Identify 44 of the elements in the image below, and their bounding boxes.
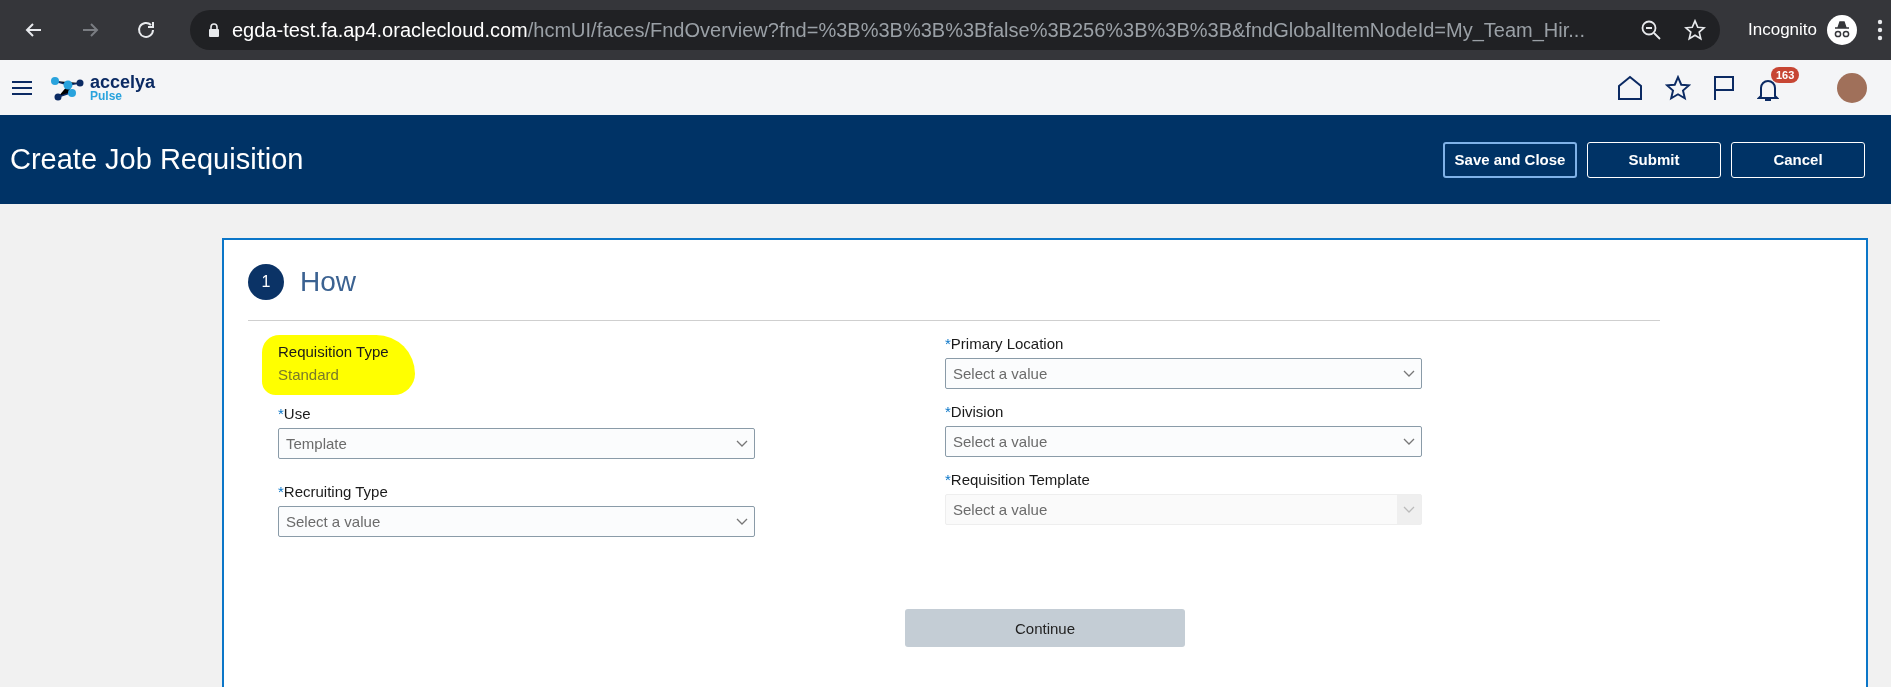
home-icon[interactable] — [1617, 74, 1643, 101]
field-value: Standard — [278, 366, 340, 383]
lock-icon — [208, 22, 220, 38]
field-label: Requisition Type — [278, 343, 389, 360]
star-icon[interactable] — [1665, 74, 1691, 101]
required-mark: * — [945, 471, 951, 488]
page-title: Create Job Requisition — [10, 143, 305, 176]
step-number: 1 — [248, 264, 284, 300]
select-field[interactable]: Select a value — [278, 506, 755, 537]
chevron-down-icon — [1403, 369, 1415, 378]
field-label: Use — [283, 405, 311, 422]
zoom-out-icon[interactable] — [1640, 19, 1662, 41]
address-bar[interactable]: egda-test.fa.ap4.oraclecloud.com/hcmUI/faces/FndOverview?fnd=%3B%3B%3B%3Bfalse%3B256%3B%3B%3B&fndGlobalItemNodeId=My_Team_Hir... — [190, 10, 1720, 50]
flag-icon[interactable] — [1713, 74, 1735, 101]
header-button[interactable]: Submit — [1587, 141, 1721, 178]
required-mark: * — [945, 335, 951, 352]
chevron-down-icon — [736, 439, 748, 448]
menu-icon[interactable] — [12, 79, 32, 96]
select-field[interactable]: Template — [278, 428, 755, 459]
field-label: Recruiting Type — [283, 483, 388, 500]
select-field[interactable]: Select a value — [945, 358, 1422, 389]
chevron-down-icon — [1403, 505, 1415, 514]
logo-wordmark: accelya — [90, 73, 156, 90]
required-mark: * — [278, 405, 284, 422]
url-text: egda-test.fa.ap4.oraclecloud.com/hcmUI/faces/FndOverview?fnd=%3B%3B%3B%3Bfalse%3B256%3B%3B%3B&fndGlobalItemNodeId=My_Team_Hir... — [232, 18, 1586, 42]
step-title: How — [300, 266, 356, 298]
required-mark: * — [945, 403, 951, 420]
select-field[interactable]: Select a value — [945, 426, 1422, 457]
field-label: Primary Location — [950, 335, 1064, 352]
molecule-dots-icon — [50, 74, 84, 101]
product-name: Pulse — [90, 89, 122, 102]
profile-label[interactable]: Incognito — [1748, 20, 1817, 40]
more-menu-icon[interactable] — [1877, 19, 1883, 41]
avatar[interactable] — [1837, 72, 1867, 103]
field-label: Division — [950, 403, 1004, 420]
incognito-icon[interactable] — [1827, 15, 1857, 45]
header-button[interactable]: Cancel — [1731, 141, 1865, 178]
chevron-down-icon — [1403, 437, 1415, 446]
required-mark: * — [278, 483, 284, 500]
notification-badge: 163 — [1771, 66, 1800, 83]
field-label: Requisition Template — [950, 471, 1090, 488]
chevron-down-icon — [736, 517, 748, 526]
continue-button[interactable]: Continue — [905, 609, 1185, 647]
header-button[interactable]: Save and Close — [1443, 141, 1577, 178]
